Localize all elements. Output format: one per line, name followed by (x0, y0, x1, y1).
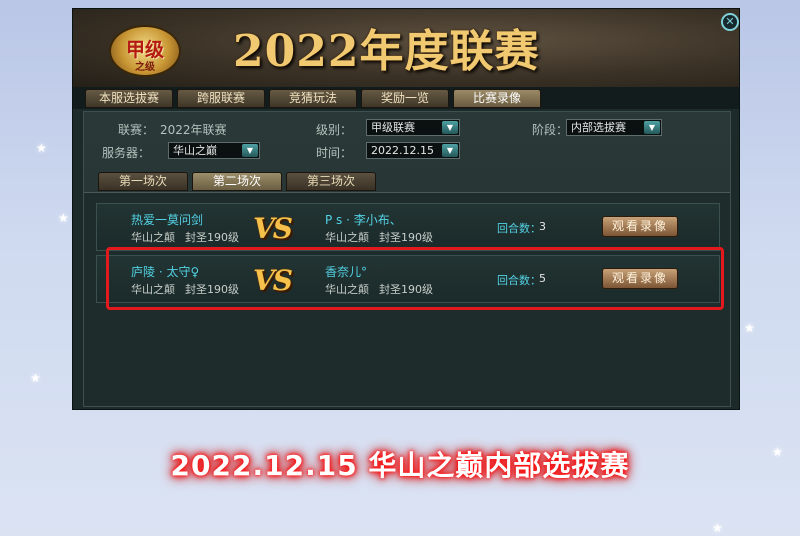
main-tab-bar: 本服选拔赛 跨服联赛 竞猜玩法 奖励一览 比赛录像 (73, 87, 739, 109)
server-dropdown[interactable]: 华山之巅 ▼ (168, 142, 260, 159)
tab-local-selection[interactable]: 本服选拔赛 (85, 89, 173, 108)
caption-text: 2022.12.15 华山之巅内部选拔赛 (170, 449, 630, 482)
time-label: 时间： (316, 146, 353, 160)
chevron-down-icon[interactable]: ▼ (242, 144, 258, 157)
tab-round-3[interactable]: 第三场次 (286, 172, 376, 191)
logo-sub-text: 之级 (135, 62, 155, 73)
chevron-down-icon[interactable]: ▼ (442, 121, 458, 134)
level-value: 甲级联赛 (371, 121, 415, 134)
tab-betting[interactable]: 竞猜玩法 (269, 89, 357, 108)
player1-rank: 封圣190级 (185, 231, 239, 244)
league-value: 2022年联赛 (160, 123, 227, 137)
tab-round-1[interactable]: 第一场次 (98, 172, 188, 191)
tab-rewards[interactable]: 奖励一览 (361, 89, 449, 108)
banner-title: 2022年度联赛 (233, 26, 540, 77)
player2-server: 华山之颠 (325, 231, 369, 244)
stage-label: 阶段： (532, 123, 569, 137)
star-icon: ★ (36, 141, 47, 155)
chevron-down-icon[interactable]: ▼ (644, 121, 660, 134)
league-window: 甲级 之级 2022年度联赛 ✕ 本服选拔赛 跨服联赛 竞猜玩法 奖励一览 比赛… (72, 8, 740, 410)
tab-cross-server-league[interactable]: 跨服联赛 (177, 89, 265, 108)
stage-value: 内部选拔赛 (571, 121, 626, 134)
time-dropdown[interactable]: 2022.12.15 ▼ (366, 142, 460, 159)
league-logo: 甲级 之级 (109, 25, 181, 77)
close-button[interactable]: ✕ (721, 13, 739, 31)
tab-round-2[interactable]: 第二场次 (192, 172, 282, 191)
server-label: 服务器： (102, 146, 151, 160)
level-dropdown[interactable]: 甲级联赛 ▼ (366, 119, 460, 136)
star-icon: ★ (30, 371, 41, 385)
watch-replay-button[interactable]: 观看录像 (602, 216, 678, 237)
banner: 甲级 之级 2022年度联赛 ✕ (73, 9, 739, 87)
star-icon: ★ (744, 321, 755, 335)
player2-name: P s · 李小布、 (325, 213, 402, 227)
chevron-down-icon[interactable]: ▼ (442, 144, 458, 157)
star-icon: ★ (58, 211, 69, 225)
rounds-label: 回合数： (497, 222, 541, 235)
server-value: 华山之巅 (173, 144, 217, 157)
player1-server: 华山之颠 (131, 231, 175, 244)
league-label: 联赛： (118, 123, 155, 137)
highlight-box (106, 247, 724, 310)
tab-match-replays[interactable]: 比赛录像 (453, 89, 541, 108)
close-icon: ✕ (725, 15, 735, 28)
vs-icon: VS (253, 212, 293, 245)
match-row: 热爱一莫问剑 华山之颠 封圣190级 VS P s · 李小布、 华山之颠 封圣… (96, 203, 720, 251)
star-icon: ★ (712, 521, 723, 535)
player2-rank: 封圣190级 (379, 231, 433, 244)
time-value: 2022.12.15 (371, 144, 434, 157)
level-label: 级别： (316, 123, 353, 137)
player1-name: 热爱一莫问剑 (131, 213, 204, 227)
stage-dropdown[interactable]: 内部选拔赛 ▼ (566, 119, 662, 136)
rounds-value: 3 (539, 220, 546, 233)
